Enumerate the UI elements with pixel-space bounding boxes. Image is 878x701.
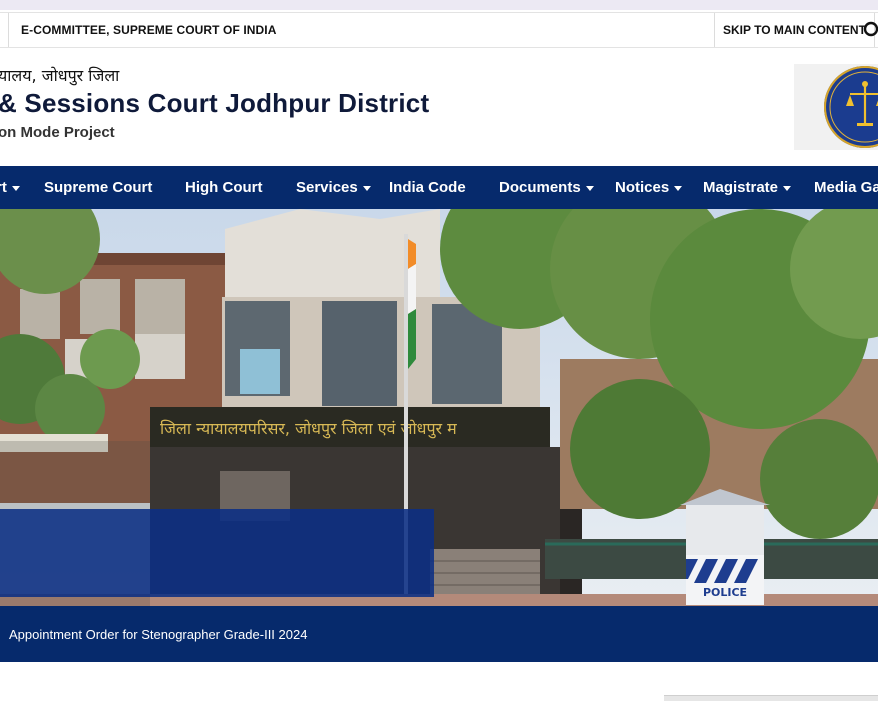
nav-item-india-code[interactable]: India Code — [389, 166, 466, 209]
chevron-down-icon — [11, 186, 20, 191]
skip-to-main-content-link[interactable]: SKIP TO MAIN CONTENT — [714, 13, 875, 47]
court-title[interactable]: & Sessions Court Jodhpur District — [0, 88, 429, 119]
hero-caption-overlay — [0, 509, 434, 597]
court-name-hindi: यालय, जोधपुर जिला — [0, 66, 120, 85]
chevron-down-icon — [585, 186, 594, 191]
building-sign: जिला न्यायालयपरिसर, जोधपुर जिला एवं जोधप… — [160, 419, 457, 439]
chevron-down-icon — [674, 186, 683, 191]
ecommittee-link[interactable]: E-COMMITTEE, SUPREME COURT OF INDIA — [8, 13, 277, 47]
ticker-item[interactable]: Appointment Order for Stenographer Grade… — [9, 606, 307, 662]
court-subtitle: on Mode Project — [0, 124, 115, 141]
nav-item-high-court[interactable]: High Court — [185, 166, 262, 209]
chevron-down-icon — [362, 186, 371, 191]
nav-item-notices[interactable]: Notices — [615, 166, 683, 209]
nav-item-magistrate[interactable]: Magistrate — [703, 166, 792, 209]
nav-item-services[interactable]: Services — [296, 166, 371, 209]
site-header: यालय, जोधपुर जिला & Sessions Court Jodhp… — [0, 48, 878, 166]
chevron-down-icon — [783, 186, 792, 191]
browser-top-strip — [0, 0, 878, 10]
nav-item-supreme-court[interactable]: Supreme Court — [44, 166, 152, 209]
main-navigation: rt Supreme Court High Court Services Ind… — [0, 166, 878, 209]
nav-item-court[interactable]: rt — [0, 166, 20, 209]
search-icon[interactable] — [862, 21, 878, 39]
police-booth-sign: POLICE — [703, 586, 747, 599]
utility-bar: E-COMMITTEE, SUPREME COURT OF INDIA SKIP… — [0, 12, 878, 48]
ecourts-logo[interactable] — [794, 64, 878, 150]
hero-banner: जिला न्यायालयपरिसर, जोधपुर जिला एवं जोधप… — [0, 209, 878, 606]
partial-panel-edge — [664, 695, 878, 701]
news-ticker: Appointment Order for Stenographer Grade… — [0, 606, 878, 662]
nav-item-media-gallery[interactable]: Media Ga — [814, 166, 878, 209]
ecourts-emblem-icon — [824, 66, 878, 148]
nav-item-documents[interactable]: Documents — [499, 166, 594, 209]
